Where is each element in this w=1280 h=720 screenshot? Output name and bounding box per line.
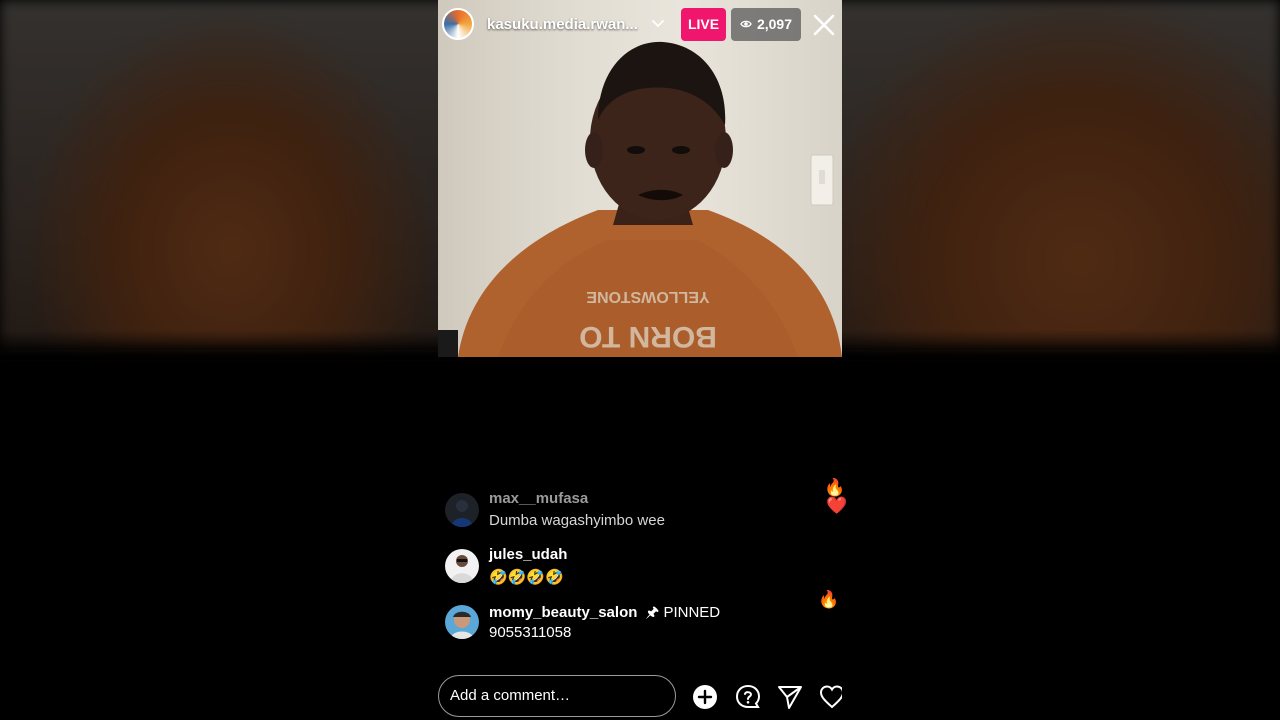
live-header: kasuku.media.rwan... LIVE 2,097 (438, 0, 842, 50)
comment-username[interactable]: max__mufasa (489, 490, 588, 507)
commenter-avatar[interactable] (445, 493, 479, 527)
fire-reaction: 🔥 (818, 590, 840, 609)
comment-item[interactable]: max__mufasa Dumba wagashyimbo wee (445, 490, 825, 530)
live-video-frame[interactable]: YELLOWSTONE BORN TO (438, 0, 842, 357)
comment-item[interactable]: jules_udah 🤣🤣🤣🤣 (445, 546, 825, 586)
broadcaster-avatar[interactable] (442, 8, 474, 40)
video-content: YELLOWSTONE BORN TO (438, 41, 842, 357)
heart-icon[interactable] (819, 684, 842, 710)
broadcaster-username[interactable]: kasuku.media.rwan... (487, 16, 638, 33)
svg-text:BORN TO: BORN TO (579, 320, 717, 353)
comment-input[interactable]: Add a comment… (438, 675, 676, 717)
question-icon[interactable] (735, 684, 761, 710)
pin-icon: 🖈 (645, 604, 660, 621)
send-icon[interactable] (777, 684, 803, 710)
close-icon[interactable] (812, 13, 836, 37)
viewer-count: 2,097 (756, 16, 793, 32)
pinned-comment-item[interactable]: momy_beauty_salon 🖈 PINNED 9055311058 (445, 602, 825, 642)
viewer-count-badge[interactable]: 2,097 (731, 8, 801, 41)
live-badge: LIVE (681, 8, 726, 41)
pinned-label: 🖈 PINNED (645, 604, 721, 621)
chevron-down-icon[interactable] (651, 17, 665, 36)
comment-username[interactable]: jules_udah (489, 546, 567, 563)
svg-text:YELLOWSTONE: YELLOWSTONE (586, 288, 710, 305)
add-icon[interactable] (692, 684, 718, 710)
comment-text: 🤣🤣🤣🤣 (489, 569, 564, 586)
commenter-avatar[interactable] (445, 549, 479, 583)
heart-reaction: ❤️ (826, 496, 848, 515)
eye-icon (740, 8, 752, 41)
comment-text: 9055311058 (489, 624, 572, 641)
comment-text: Dumba wagashyimbo wee (489, 512, 665, 529)
commenter-avatar[interactable] (445, 605, 479, 639)
fire-reaction: 🔥 (824, 478, 846, 497)
